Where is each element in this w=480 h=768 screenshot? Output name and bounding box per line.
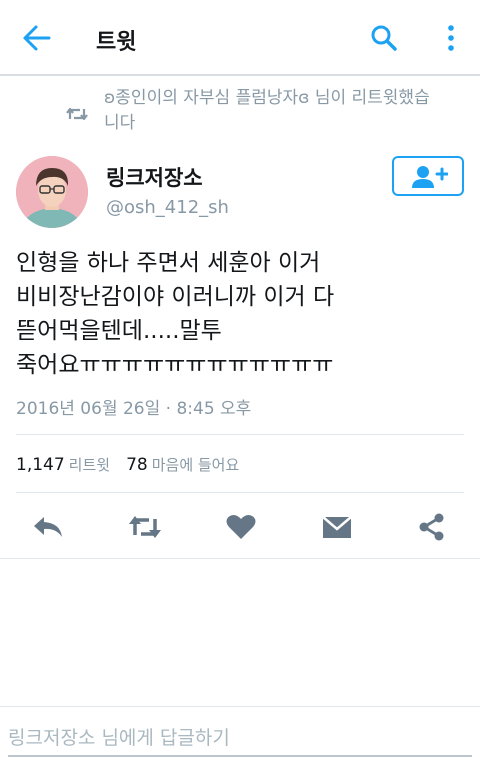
retweet-count[interactable]: 1,147: [16, 455, 65, 475]
search-icon: [371, 25, 397, 51]
retweet-button[interactable]: [127, 513, 163, 541]
retweet-count-label[interactable]: 리트윗: [69, 456, 110, 474]
envelope-icon: [322, 516, 352, 538]
overflow-menu-button[interactable]: [440, 24, 462, 52]
share-button[interactable]: [416, 513, 448, 541]
reply-button[interactable]: [32, 513, 64, 541]
tweet-text-line: 인형을 하나 주면서 세훈아 이거: [16, 250, 321, 276]
author-handle[interactable]: @osh_412_sh: [106, 197, 229, 218]
divider: [0, 558, 480, 559]
follow-button[interactable]: [392, 156, 464, 196]
tweet-text: 인형을 하나 주면서 세훈아 이거 비비장난감이야 이러니까 이거 다 뜯어먹을…: [16, 246, 466, 382]
like-button[interactable]: [225, 513, 257, 541]
search-button[interactable]: [370, 24, 398, 52]
tweet-action-bar: [0, 505, 480, 549]
retweet-icon: [129, 516, 161, 538]
tweet-text-line: 비비장난감이야 이러니까 이거 다: [16, 284, 335, 310]
reply-icon: [34, 517, 62, 537]
retweeted-by-text: ʚ종인이의 자부심 플럼낭자ɞ 님이 리트윗했습니다: [104, 88, 430, 133]
direct-message-button[interactable]: [321, 513, 353, 541]
add-user-icon: [412, 166, 448, 188]
avatar[interactable]: [16, 156, 88, 228]
share-icon: [419, 513, 444, 541]
tweet-timestamp: 2016년 06월 26일 · 8:45 오후: [16, 399, 252, 419]
tweet-text-line: 뜯어먹을텐데.....말투: [16, 318, 222, 344]
heart-icon: [226, 514, 256, 539]
arrow-left-icon: [23, 25, 51, 51]
top-app-bar: 트윗: [0, 0, 480, 76]
reply-composer: [0, 706, 480, 768]
like-count-label[interactable]: 마음에 들어요: [152, 456, 240, 474]
page-title: 트윗: [96, 30, 137, 55]
back-button[interactable]: [22, 24, 52, 52]
reply-input[interactable]: [8, 721, 472, 757]
divider: [16, 492, 464, 493]
tweet-stats: 1,147 리트윗 78 마음에 들어요: [16, 454, 239, 475]
profile-photo: [16, 156, 88, 228]
like-count[interactable]: 78: [126, 455, 148, 475]
author-name[interactable]: 링크저장소: [106, 162, 203, 192]
retweet-icon: [66, 107, 88, 121]
tweet-text-line: 죽어요ㅠㅠㅠㅠㅠㅠㅠㅠㅠㅠㅠㅠ: [16, 352, 334, 378]
divider: [16, 434, 464, 435]
more-vertical-icon: [448, 25, 454, 51]
